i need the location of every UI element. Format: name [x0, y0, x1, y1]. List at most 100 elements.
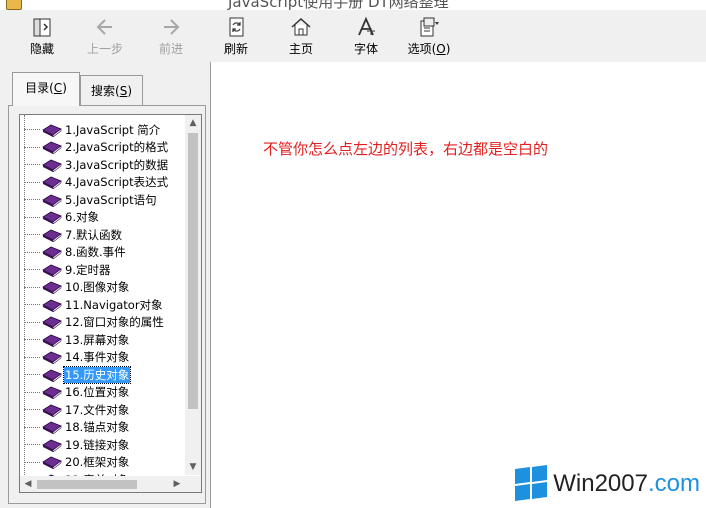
- tree-connector: [24, 199, 40, 201]
- tree-item[interactable]: 14.事件对象: [20, 349, 184, 367]
- book-icon: [42, 404, 62, 417]
- content-pane: 不管你怎么点左边的列表，右边都是空白的: [210, 62, 706, 508]
- book-icon: [42, 264, 62, 277]
- horizontal-scrollbar[interactable]: ◀ ▶: [20, 476, 185, 492]
- windows-logo-icon: [515, 464, 548, 502]
- tree-item[interactable]: 16.位置对象: [20, 384, 184, 402]
- tree-item-label: 19.链接对象: [65, 437, 130, 452]
- tree-item[interactable]: 5.JavaScript语句: [20, 191, 184, 209]
- tree-item-label: 6.对象: [65, 210, 99, 225]
- back-button[interactable]: 上一步: [80, 16, 130, 60]
- book-icon: [42, 194, 62, 207]
- tree-connector: [24, 304, 40, 306]
- tree-item[interactable]: 2.JavaScript的格式: [20, 139, 184, 157]
- tab-contents[interactable]: 目录(C): [12, 72, 80, 106]
- hide-pane-icon: [30, 16, 54, 38]
- contents-tree[interactable]: 1.JavaScript 简介 2.JavaScript的格式 3.JavaScri…: [19, 114, 202, 493]
- tree-connector: [24, 164, 40, 166]
- tree-item[interactable]: 3.JavaScript的数据: [20, 156, 184, 174]
- tree-item[interactable]: 6.对象: [20, 209, 184, 227]
- tree-item[interactable]: 4.JavaScript表达式: [20, 174, 184, 192]
- tree-item-label: 18.锚点对象: [65, 420, 130, 435]
- tree-item-label: 16.位置对象: [65, 385, 130, 400]
- tree-item-label: 5.JavaScript语句: [65, 192, 157, 207]
- tree-item[interactable]: 12.窗口对象的属性: [20, 314, 184, 332]
- tree-item-label: 2.JavaScript的格式: [65, 140, 169, 155]
- options-button[interactable]: 选项(O): [404, 16, 454, 60]
- vertical-scrollbar[interactable]: ▲ ▼: [185, 115, 201, 475]
- tree-item-label: 17.文件对象: [65, 402, 130, 417]
- book-icon: [42, 246, 62, 260]
- tree-item-label: 9.定时器: [65, 262, 111, 277]
- tree-list: 1.JavaScript 简介 2.JavaScript的格式 3.JavaScri…: [20, 121, 184, 489]
- tree-item[interactable]: 7.默认函数: [20, 226, 184, 244]
- book-icon: [42, 334, 62, 347]
- book-icon: [42, 386, 62, 400]
- tree-item[interactable]: 9.定时器: [20, 261, 184, 279]
- book-icon: [42, 211, 62, 225]
- book-icon: [42, 369, 62, 382]
- tree-item-label: 7.默认函数: [65, 227, 122, 242]
- tree-item[interactable]: 13.屏幕对象: [20, 331, 184, 349]
- tree-item-label: 13.屏幕对象: [65, 332, 130, 347]
- watermark-text: Win2007.com: [553, 470, 700, 497]
- tree-connector: [24, 374, 40, 376]
- tree-item[interactable]: 15.历史对象: [20, 365, 184, 384]
- tree-connector: [24, 181, 40, 183]
- book-icon: [42, 229, 62, 242]
- tree-connector: [24, 409, 40, 411]
- tree-connector: [24, 339, 40, 341]
- tree-item[interactable]: 8.函数.事件: [20, 244, 184, 262]
- tree-connector: [24, 234, 40, 236]
- scroll-right-icon[interactable]: ▶: [169, 476, 185, 492]
- tree-connector: [24, 444, 40, 446]
- forward-button[interactable]: 前进: [146, 16, 196, 60]
- watermark: Win2007.com: [515, 464, 700, 504]
- book-icon: [42, 176, 62, 190]
- tree-item[interactable]: 19.链接对象: [20, 436, 184, 454]
- font-button[interactable]: 字体: [341, 16, 391, 60]
- scroll-down-icon[interactable]: ▼: [185, 459, 201, 475]
- navigation-pane: 目录(C) 搜索(S) 1.JavaScript 简介 2.JavaScript的…: [0, 62, 210, 508]
- tree-item[interactable]: 18.锚点对象: [20, 419, 184, 437]
- tree-connector: [24, 391, 40, 393]
- font-label: 字体: [353, 42, 378, 56]
- tree-item-label: 20.框架对象: [65, 455, 130, 470]
- scroll-up-icon[interactable]: ▲: [185, 115, 201, 131]
- tree-item-label: 15.历史对象: [62, 365, 132, 384]
- tree-connector: [24, 146, 40, 148]
- book-icon: [42, 281, 62, 295]
- tree-item[interactable]: 1.JavaScript 简介: [20, 121, 184, 139]
- scroll-left-icon[interactable]: ◀: [20, 476, 36, 492]
- toolbar: 隐藏 上一步 前进 刷新 主页 字体 选项(O): [0, 10, 706, 62]
- tree-item[interactable]: 11.Navigator对象: [20, 296, 184, 314]
- horizontal-scroll-thumb[interactable]: [37, 480, 137, 489]
- home-button[interactable]: 主页: [276, 16, 326, 60]
- hide-button[interactable]: 隐藏: [17, 16, 67, 60]
- book-icon: [42, 351, 62, 365]
- tree-item[interactable]: 10.图像对象: [20, 279, 184, 297]
- tree-item-label: 10.图像对象: [65, 280, 130, 295]
- forward-arrow-icon: [159, 16, 183, 38]
- tree-item-label: 4.JavaScript表达式: [65, 175, 169, 190]
- refresh-button[interactable]: 刷新: [211, 16, 261, 60]
- book-icon: [42, 439, 62, 452]
- vertical-scroll-thumb[interactable]: [188, 133, 198, 409]
- back-label: 上一步: [86, 42, 123, 56]
- tree-item-label: 1.JavaScript 简介: [65, 122, 161, 137]
- tab-search[interactable]: 搜索(S): [80, 75, 143, 106]
- forward-label: 前进: [158, 42, 183, 56]
- tree-item[interactable]: 20.框架对象: [20, 454, 184, 472]
- book-icon: [42, 456, 62, 470]
- tree-item-label: 3.JavaScript的数据: [65, 157, 169, 172]
- tree-item-label: 8.函数.事件: [65, 245, 126, 260]
- book-icon: [42, 124, 62, 137]
- tree-connector: [24, 461, 40, 463]
- refresh-label: 刷新: [223, 42, 248, 56]
- book-icon: [42, 141, 62, 155]
- title-bar: JavaScript使用手册 DT网络整理: [0, 0, 706, 10]
- tree-item-label: 11.Navigator对象: [65, 297, 163, 312]
- tree-item[interactable]: 17.文件对象: [20, 401, 184, 419]
- options-icon: [417, 16, 441, 38]
- refresh-icon: [224, 16, 248, 38]
